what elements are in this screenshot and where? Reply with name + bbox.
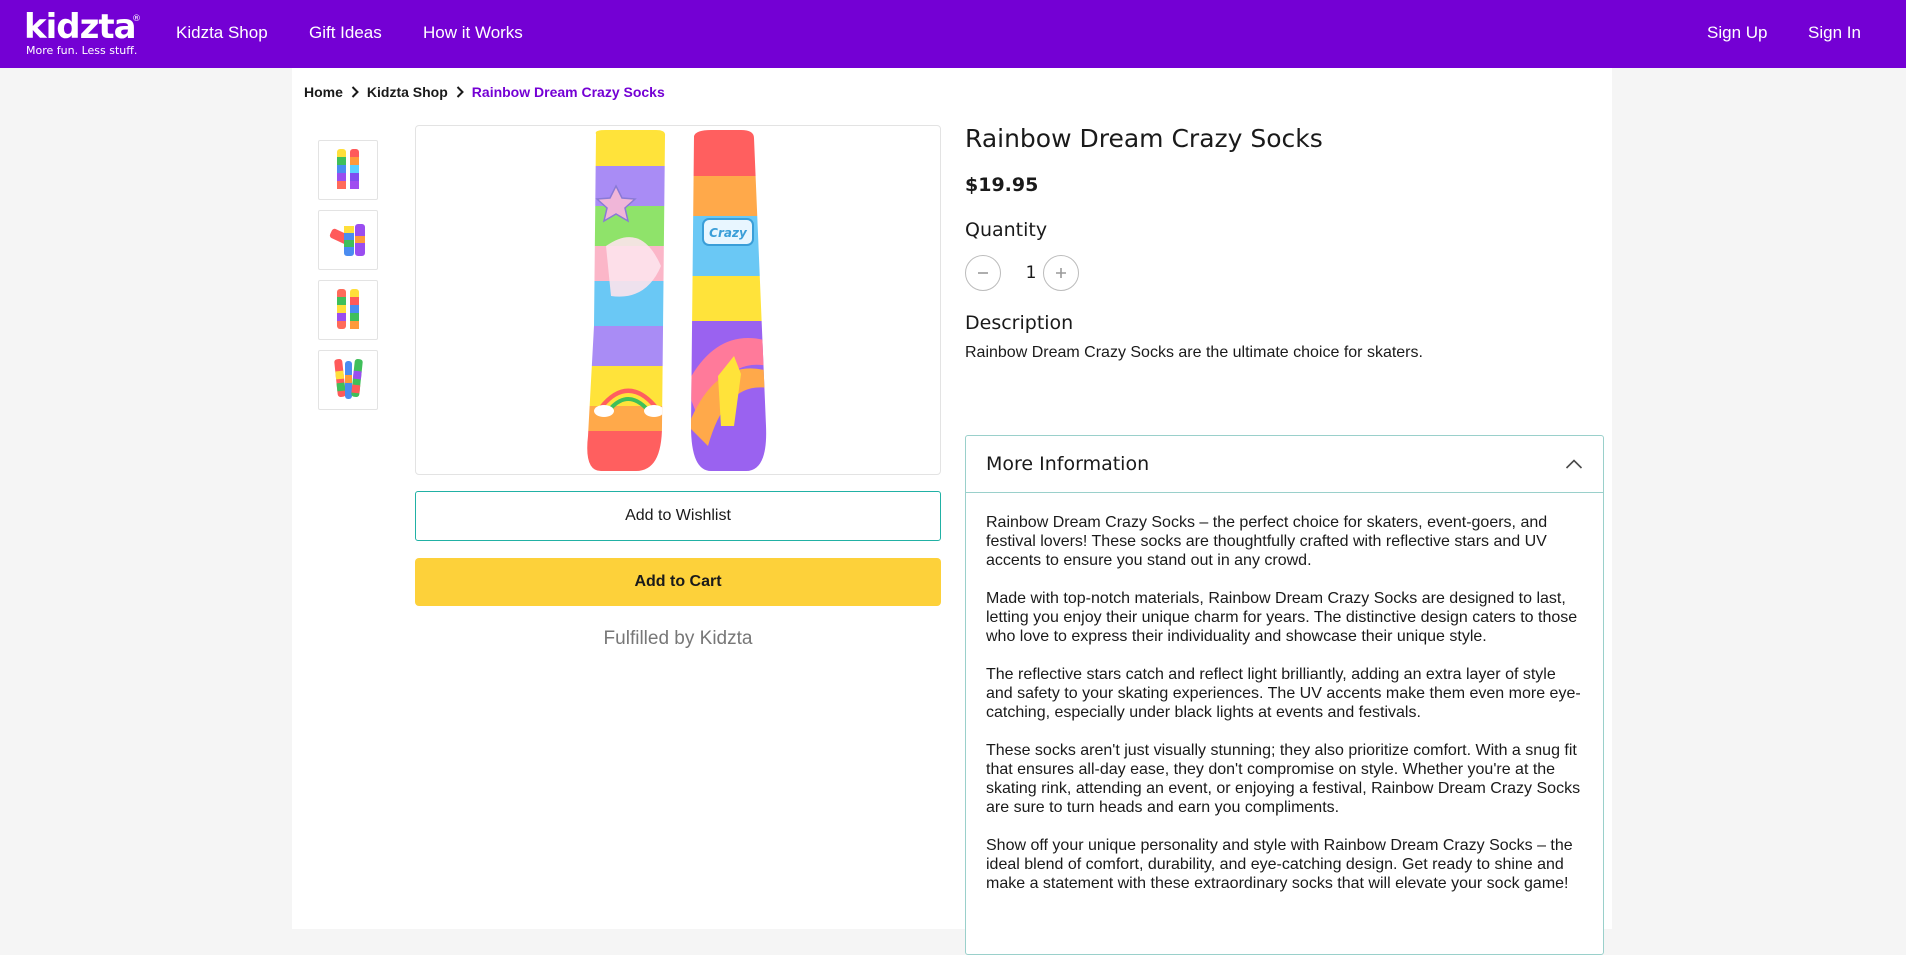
logo-tagline: More fun. Less stuff. — [26, 44, 138, 57]
nav-kidzta-shop[interactable]: Kidzta Shop — [176, 23, 268, 43]
breadcrumb: Home Kidzta Shop Rainbow Dream Crazy Soc… — [304, 84, 665, 100]
increase-quantity-button[interactable] — [1043, 255, 1079, 291]
svg-text:Crazy: Crazy — [709, 226, 748, 240]
info-paragraph: Show off your unique personality and sty… — [986, 837, 1573, 892]
sign-in-link[interactable]: Sign In — [1808, 23, 1861, 43]
breadcrumb-home[interactable]: Home — [304, 84, 343, 100]
thumbnail-folded-view[interactable] — [318, 210, 378, 270]
nav-how-it-works[interactable]: How it Works — [423, 23, 523, 43]
more-information-toggle[interactable]: More Information — [966, 436, 1603, 493]
description-label: Description — [965, 312, 1074, 334]
more-information-panel: More Information Rainbow Dream Crazy Soc… — [965, 435, 1604, 955]
thumbnail-side-view[interactable] — [318, 350, 378, 410]
breadcrumb-kidzta-shop[interactable]: Kidzta Shop — [367, 84, 448, 100]
chevron-right-icon — [351, 86, 359, 98]
info-paragraph: Rainbow Dream Crazy Socks – the perfect … — [986, 514, 1548, 569]
more-information-title: More Information — [986, 453, 1150, 475]
minus-icon — [978, 272, 988, 274]
product-main-image[interactable]: Crazy — [415, 125, 941, 475]
quantity-value: 1 — [1025, 263, 1037, 283]
add-to-wishlist-button[interactable]: Add to Wishlist — [415, 491, 941, 541]
info-paragraph: These socks aren't just visually stunnin… — [986, 742, 1581, 816]
logo-wordmark: kidzta — [24, 7, 137, 47]
add-to-cart-button[interactable]: Add to Cart — [415, 558, 941, 606]
fulfilled-by-label: Fulfilled by Kidzta — [603, 628, 753, 649]
breadcrumb-current-page: Rainbow Dream Crazy Socks — [471, 84, 665, 100]
info-paragraph: The reflective stars catch and reflect l… — [986, 666, 1581, 721]
info-paragraph: Made with top-notch materials, Rainbow D… — [986, 590, 1578, 645]
product-page: Home Kidzta Shop Rainbow Dream Crazy Soc… — [292, 68, 1612, 955]
product-price: $19.95 — [965, 174, 1039, 196]
chevron-right-icon — [456, 86, 464, 98]
thumbnail-front-view[interactable] — [318, 140, 378, 200]
product-title: Rainbow Dream Crazy Socks — [965, 124, 1323, 153]
thumbnail-back-view[interactable] — [318, 280, 378, 340]
registered-mark: ® — [132, 14, 141, 24]
quantity-label: Quantity — [965, 219, 1048, 241]
kidzta-logo[interactable]: kidzta ® More fun. Less stuff. — [24, 7, 141, 57]
decrease-quantity-button[interactable] — [965, 255, 1001, 291]
sign-up-link[interactable]: Sign Up — [1707, 23, 1767, 43]
top-navigation-bar: kidzta ® More fun. Less stuff. Kidzta Sh… — [0, 0, 1906, 68]
description-text: Rainbow Dream Crazy Socks are the ultima… — [965, 344, 1423, 361]
chevron-up-icon — [1565, 455, 1583, 474]
more-information-body: Rainbow Dream Crazy Socks – the perfect … — [966, 493, 1603, 893]
nav-gift-ideas[interactable]: Gift Ideas — [309, 23, 382, 43]
plus-icon — [1056, 268, 1066, 278]
